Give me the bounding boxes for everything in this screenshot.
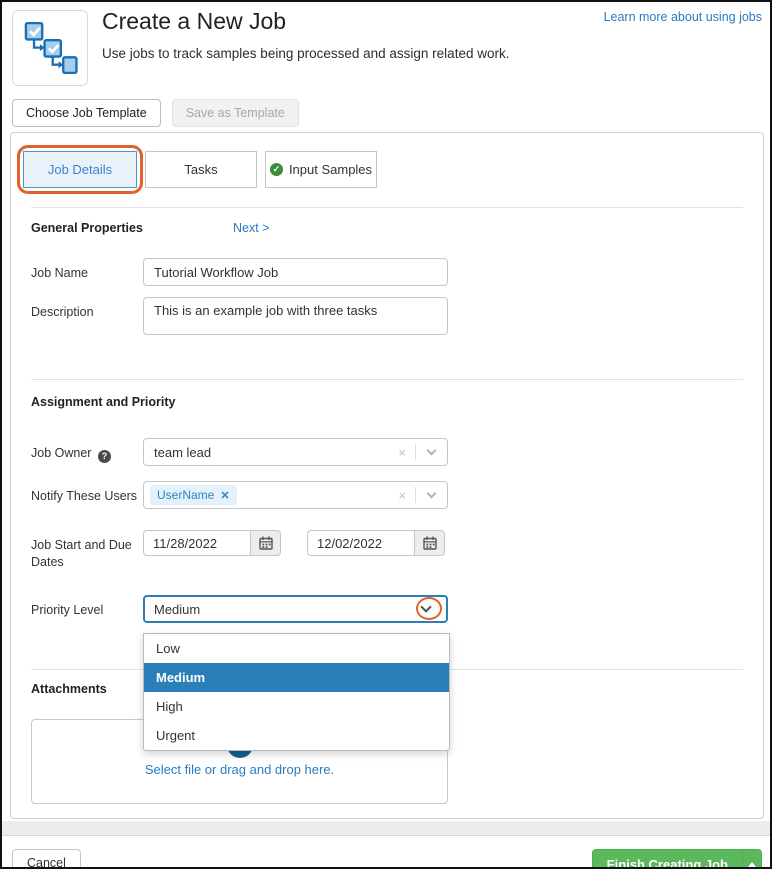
create-job-dialog: Create a New Job Use jobs to track sampl…	[0, 0, 772, 869]
due-date-calendar-button[interactable]	[415, 530, 445, 556]
chevron-down-icon[interactable]	[427, 489, 437, 499]
tab-bar: Job Details Tasks ✓ Input Samples	[23, 151, 751, 188]
priority-option-medium[interactable]: Medium	[144, 663, 449, 692]
notify-users-label: Notify These Users	[31, 481, 143, 509]
next-link[interactable]: Next >	[233, 221, 269, 235]
workflow-job-icon	[12, 10, 88, 86]
job-owner-label: Job Owner ?	[31, 438, 143, 466]
priority-select[interactable]: Medium	[143, 595, 448, 623]
page-subtitle: Use jobs to track samples being processe…	[102, 46, 509, 61]
start-date-calendar-button[interactable]	[251, 530, 281, 556]
tab-tasks[interactable]: Tasks	[145, 151, 257, 188]
remove-tag-icon[interactable]: ✕	[220, 489, 229, 502]
combo-divider	[415, 487, 416, 503]
footer: Cancel Finish Creating Job	[2, 836, 770, 869]
tab-job-details[interactable]: Job Details	[23, 151, 137, 188]
calendar-icon	[259, 536, 273, 550]
priority-selected-value: Medium	[154, 602, 422, 617]
job-owner-value: team lead	[154, 445, 389, 460]
file-drop-link[interactable]: Select file or drag and drop here.	[32, 762, 447, 777]
page-title: Create a New Job	[102, 8, 509, 35]
finish-split-button: Finish Creating Job	[592, 849, 762, 869]
section-divider	[31, 379, 743, 380]
save-as-template-button: Save as Template	[172, 99, 299, 127]
green-check-icon: ✓	[270, 163, 283, 176]
notify-users-combobox[interactable]: UserName ✕ ×	[143, 481, 448, 509]
caret-up-icon	[748, 862, 756, 867]
choose-job-template-button[interactable]: Choose Job Template	[12, 99, 161, 127]
clear-icon[interactable]: ×	[389, 445, 415, 460]
priority-option-urgent[interactable]: Urgent	[144, 721, 449, 750]
chevron-down-icon[interactable]	[427, 446, 437, 456]
description-label: Description	[31, 297, 143, 335]
priority-option-high[interactable]: High	[144, 692, 449, 721]
priority-level-label: Priority Level	[31, 595, 143, 623]
cancel-button[interactable]: Cancel	[12, 849, 81, 869]
footer-divider-band	[2, 821, 770, 836]
tab-label: Job Details	[48, 162, 112, 177]
tab-label: Input Samples	[289, 162, 372, 177]
workflow-diagram-icon	[22, 21, 78, 75]
chevron-down-icon[interactable]	[420, 601, 431, 612]
combo-divider	[415, 444, 416, 460]
general-properties-heading: General Properties	[31, 221, 233, 235]
job-owner-combobox[interactable]: team lead ×	[143, 438, 448, 466]
clear-icon[interactable]: ×	[389, 488, 415, 503]
description-input[interactable]: This is an example job with three tasks	[143, 297, 448, 335]
learn-more-link[interactable]: Learn more about using jobs	[604, 10, 762, 24]
user-tag-label: UserName	[157, 488, 214, 502]
job-name-input[interactable]	[143, 258, 448, 286]
header: Create a New Job Use jobs to track sampl…	[2, 2, 770, 90]
due-date-input[interactable]	[307, 530, 415, 556]
template-toolbar: Choose Job Template Save as Template	[12, 99, 770, 127]
assignment-priority-heading: Assignment and Priority	[31, 395, 751, 409]
priority-dropdown-menu: Low Medium High Urgent	[143, 633, 450, 751]
user-tag: UserName ✕	[150, 485, 237, 505]
annotation-highlight-job-details-tab: Job Details	[17, 145, 143, 194]
tab-input-samples[interactable]: ✓ Input Samples	[265, 151, 377, 188]
start-date-input[interactable]	[143, 530, 251, 556]
calendar-icon	[423, 536, 437, 550]
priority-option-low[interactable]: Low	[144, 634, 449, 663]
finish-creating-job-button[interactable]: Finish Creating Job	[592, 849, 742, 869]
question-circle-icon[interactable]: ?	[98, 450, 111, 463]
start-date-group	[143, 530, 281, 571]
finish-options-toggle[interactable]	[742, 849, 762, 869]
job-name-label: Job Name	[31, 258, 143, 286]
job-dates-label: Job Start and Due Dates	[31, 530, 143, 571]
tab-label: Tasks	[184, 162, 217, 177]
section-divider	[31, 207, 743, 208]
job-form-card: Job Details Tasks ✓ Input Samples Genera…	[10, 132, 764, 819]
due-date-group	[307, 530, 445, 571]
